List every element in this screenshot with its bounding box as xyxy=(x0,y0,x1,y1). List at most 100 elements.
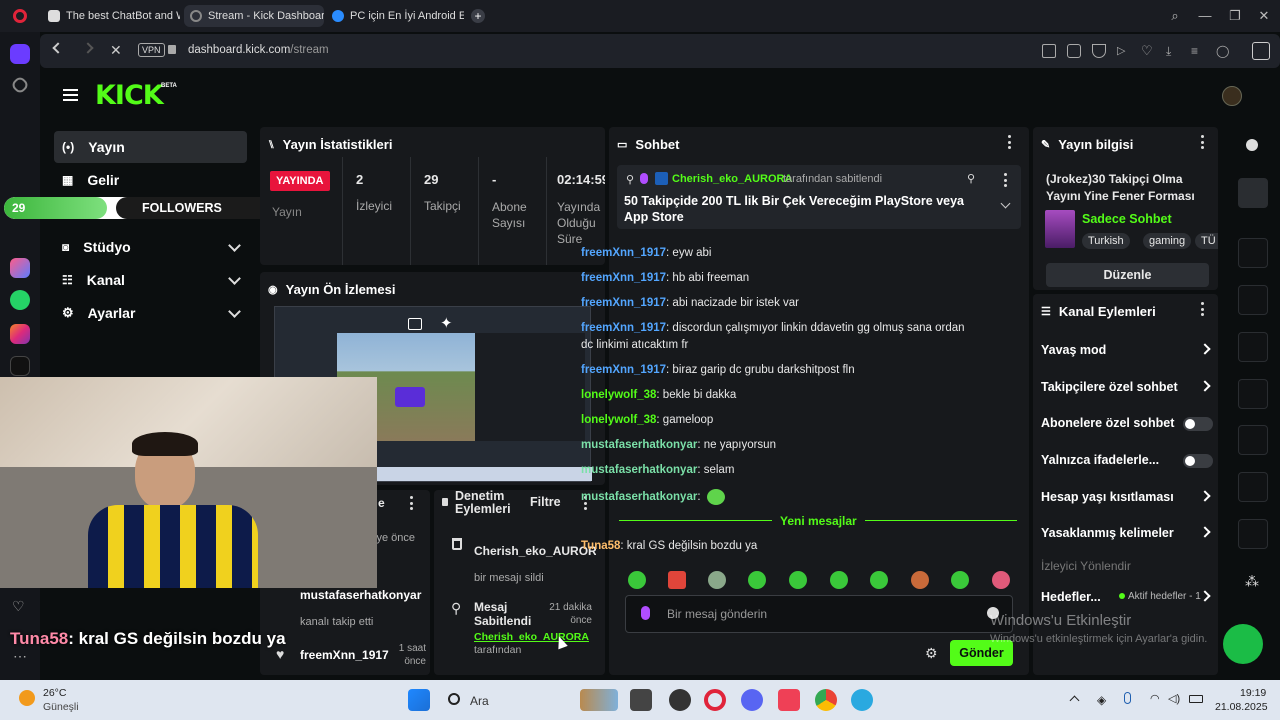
hamburger-menu-icon[interactable] xyxy=(63,89,78,101)
emote-icon[interactable] xyxy=(628,571,646,589)
action-slow-mode[interactable]: Yavaş mod xyxy=(1041,343,1211,357)
nav-gelir[interactable]: ▦ Gelir xyxy=(54,164,247,196)
emote-icon[interactable] xyxy=(911,571,929,589)
unpin-icon[interactable]: ⚲ xyxy=(967,172,975,185)
taskbar-widget-icon[interactable] xyxy=(580,689,618,711)
stop-loading-icon[interactable]: ✕ xyxy=(110,42,122,59)
chat-icon[interactable] xyxy=(1238,379,1268,409)
nav-kanal[interactable]: ☷ Kanal xyxy=(54,264,247,296)
weather-temp[interactable]: 26°C xyxy=(43,687,66,699)
chat-username[interactable]: lonelywolf_38 xyxy=(581,389,656,401)
mic-icon[interactable] xyxy=(641,606,650,620)
emote-icon[interactable] xyxy=(668,571,686,589)
clock-time[interactable]: 19:19 xyxy=(1240,687,1266,699)
nav-ayarlar[interactable]: ⚙ Ayarlar xyxy=(54,297,247,329)
chat-username[interactable]: mustafaserhatkonyar xyxy=(581,491,697,503)
nav-yayin[interactable]: (•) Yayın xyxy=(54,131,247,163)
tray-wifi-icon[interactable]: ◠ xyxy=(1150,692,1160,705)
pinned-by-user[interactable]: Cherish_eko_AURORA xyxy=(672,173,792,185)
chat-username[interactable]: freemXnn_1917 xyxy=(581,364,666,376)
opera-logo-icon[interactable] xyxy=(13,9,27,23)
tiktok-icon[interactable] xyxy=(10,356,30,376)
new-messages-label[interactable]: Yeni mesajlar xyxy=(772,514,865,528)
taskbar-search[interactable]: Ara xyxy=(470,694,489,708)
kick-logo[interactable]: KICK xyxy=(95,80,164,111)
instagram-icon[interactable] xyxy=(10,324,30,344)
activity-menu-icon[interactable] xyxy=(409,496,413,510)
capture-icon[interactable] xyxy=(1238,238,1268,268)
edit-button[interactable]: Düzenle xyxy=(1046,263,1209,287)
pinned-menu-icon[interactable] xyxy=(1003,173,1007,187)
lightning-icon[interactable] xyxy=(1238,285,1268,315)
mod-item2-user[interactable]: Cherish_eko_AURORA xyxy=(474,631,589,643)
maximize-icon[interactable]: ❐ xyxy=(1227,8,1243,24)
info-circle-icon[interactable] xyxy=(1246,139,1258,151)
channel-actions-menu-icon[interactable] xyxy=(1200,302,1204,316)
apps-icon[interactable]: ⁂ xyxy=(1245,573,1259,590)
category-name[interactable]: Sadece Sohbet xyxy=(1082,212,1172,226)
home-icon[interactable] xyxy=(10,44,30,64)
mod-item1-user[interactable]: Cherish_eko_AURORA xyxy=(474,544,596,558)
more-icon[interactable]: ⋯ xyxy=(13,648,27,665)
minimize-icon[interactable]: — xyxy=(1197,8,1213,24)
tab-kick-dashboard[interactable]: Stream - Kick Dashboard xyxy=(184,5,324,27)
play-icon[interactable]: ▷ xyxy=(1117,44,1131,58)
chat-username[interactable]: freemXnn_1917 xyxy=(581,322,666,334)
taskbar-app-icon[interactable] xyxy=(669,689,691,711)
tools-wrench-icon[interactable] xyxy=(1238,519,1268,549)
action-followers-only[interactable]: Takipçilere özel sohbet xyxy=(1041,380,1211,394)
emote-icon[interactable] xyxy=(789,571,807,589)
tag-chip[interactable]: Turkish xyxy=(1082,233,1130,249)
layout-icon[interactable] xyxy=(1238,472,1268,502)
tab-chatbot[interactable]: The best ChatBot and Wid xyxy=(42,5,180,27)
download-icon[interactable]: ⤓ xyxy=(1166,44,1180,58)
back-icon[interactable] xyxy=(52,42,64,54)
chat-username[interactable]: freemXnn_1917 xyxy=(581,247,666,259)
sparkle-icon[interactable]: ✦ xyxy=(440,314,453,332)
shield-icon[interactable] xyxy=(1092,44,1106,58)
favorite-heart-icon[interactable]: ♡ xyxy=(1141,44,1155,58)
edit-page-icon[interactable] xyxy=(1042,44,1056,58)
chrome-icon[interactable] xyxy=(815,689,837,711)
notes-icon[interactable] xyxy=(1238,332,1268,362)
url-field[interactable]: dashboard.kick.com/stream xyxy=(188,44,329,56)
discord-icon[interactable] xyxy=(741,689,763,711)
subscribers-only-toggle[interactable] xyxy=(1183,417,1213,431)
tab-android-emulator[interactable]: PC için En İyi Android Emu xyxy=(326,5,464,27)
chat-username[interactable]: freemXnn_1917 xyxy=(581,297,666,309)
whatsapp-icon[interactable] xyxy=(10,290,30,310)
chat-username[interactable]: freemXnn_1917 xyxy=(581,272,666,284)
clock-date[interactable]: 21.08.2025 xyxy=(1215,701,1268,713)
emotes-only-toggle[interactable] xyxy=(1183,454,1213,468)
extensions-cube-icon[interactable] xyxy=(1252,42,1270,60)
popout-icon[interactable] xyxy=(408,318,422,330)
info-menu-icon[interactable] xyxy=(1200,135,1204,149)
filter-button[interactable]: Filtre xyxy=(530,495,561,509)
profile-icon[interactable]: ◯ xyxy=(1216,44,1230,58)
opera-taskbar-icon[interactable] xyxy=(704,689,726,711)
chat-username[interactable]: mustafaserhatkonyar xyxy=(581,439,697,451)
pocket-icon[interactable] xyxy=(778,689,800,711)
chat-username[interactable]: Tuna58 xyxy=(581,540,620,552)
taskbar-search-icon[interactable] xyxy=(448,693,460,705)
emote-icon[interactable] xyxy=(830,571,848,589)
tray-volume-icon[interactable]: ◁) xyxy=(1168,692,1180,705)
close-icon[interactable]: ✕ xyxy=(1256,8,1272,24)
nav-studyo[interactable]: ◙ Stüdyo xyxy=(54,231,247,263)
emote-icon[interactable] xyxy=(748,571,766,589)
task-view-icon[interactable] xyxy=(630,689,652,711)
action-banned-words[interactable]: Yasaklanmış kelimeler xyxy=(1041,526,1211,540)
action-account-age[interactable]: Hesap yaşı kısıtlaması xyxy=(1041,490,1211,504)
tray-network-icon[interactable]: ◈ xyxy=(1097,693,1106,707)
tray-battery-icon[interactable] xyxy=(1189,695,1203,703)
tag-chip[interactable]: TÜ xyxy=(1195,233,1218,249)
emote-icon[interactable] xyxy=(708,571,726,589)
windows-start-icon[interactable] xyxy=(408,689,430,711)
aria-icon[interactable] xyxy=(10,258,30,278)
new-tab-icon[interactable]: + xyxy=(471,9,485,23)
emote-icon[interactable] xyxy=(870,571,888,589)
search-tabs-icon[interactable]: ⌕ xyxy=(1167,8,1183,24)
chat-settings-gear-icon[interactable]: ⚙ xyxy=(925,645,938,662)
support-headset-icon[interactable] xyxy=(1223,624,1263,664)
vpn-badge[interactable]: VPN xyxy=(138,43,165,57)
